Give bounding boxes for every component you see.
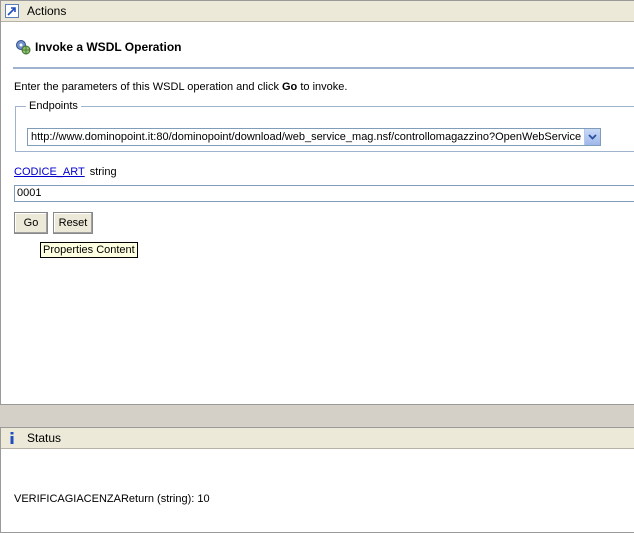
chevron-down-icon[interactable]: [584, 129, 600, 145]
go-button[interactable]: Go: [14, 212, 48, 234]
instructions-prefix: Enter the parameters of this WSDL operat…: [14, 81, 282, 93]
gear-globe-icon: [15, 39, 31, 55]
arrow-link-icon: [5, 4, 19, 18]
endpoint-select[interactable]: http://www.dominopoint.it:80/dominopoint…: [27, 128, 601, 146]
instructions-suffix: to invoke.: [297, 81, 348, 93]
status-pane-header: Status: [1, 428, 634, 449]
tooltip: Properties Content: [40, 242, 138, 258]
reset-button[interactable]: Reset: [53, 212, 93, 234]
instructions: Enter the parameters of this WSDL operat…: [14, 81, 347, 93]
endpoint-select-value: http://www.dominopoint.it:80/dominopoint…: [31, 131, 582, 143]
operation-title: Invoke a WSDL Operation: [15, 39, 181, 55]
parameter-value-input[interactable]: 0001: [14, 185, 634, 202]
parameter-row: CODICE_ART string: [14, 166, 117, 178]
title-divider: [13, 67, 634, 69]
status-result: VERIFICAGIACENZAReturn (string): 10: [14, 493, 210, 505]
actions-pane-header: Actions: [1, 1, 634, 22]
actions-title: Actions: [27, 4, 67, 18]
status-title: Status: [27, 431, 62, 445]
parameter-name-link[interactable]: CODICE_ART: [14, 166, 85, 178]
status-pane: Status VERIFICAGIACENZAReturn (string): …: [0, 427, 634, 533]
endpoints-legend: Endpoints: [29, 100, 78, 112]
operation-title-text: Invoke a WSDL Operation: [35, 40, 182, 54]
info-icon: [5, 431, 19, 445]
parameter-type: string: [89, 166, 117, 178]
endpoints-group: Endpoints http://www.dominopoint.it:80/d…: [15, 100, 634, 152]
actions-pane: Actions Invoke a WSDL Operation Enter th…: [0, 0, 634, 405]
instructions-go: Go: [282, 81, 298, 93]
